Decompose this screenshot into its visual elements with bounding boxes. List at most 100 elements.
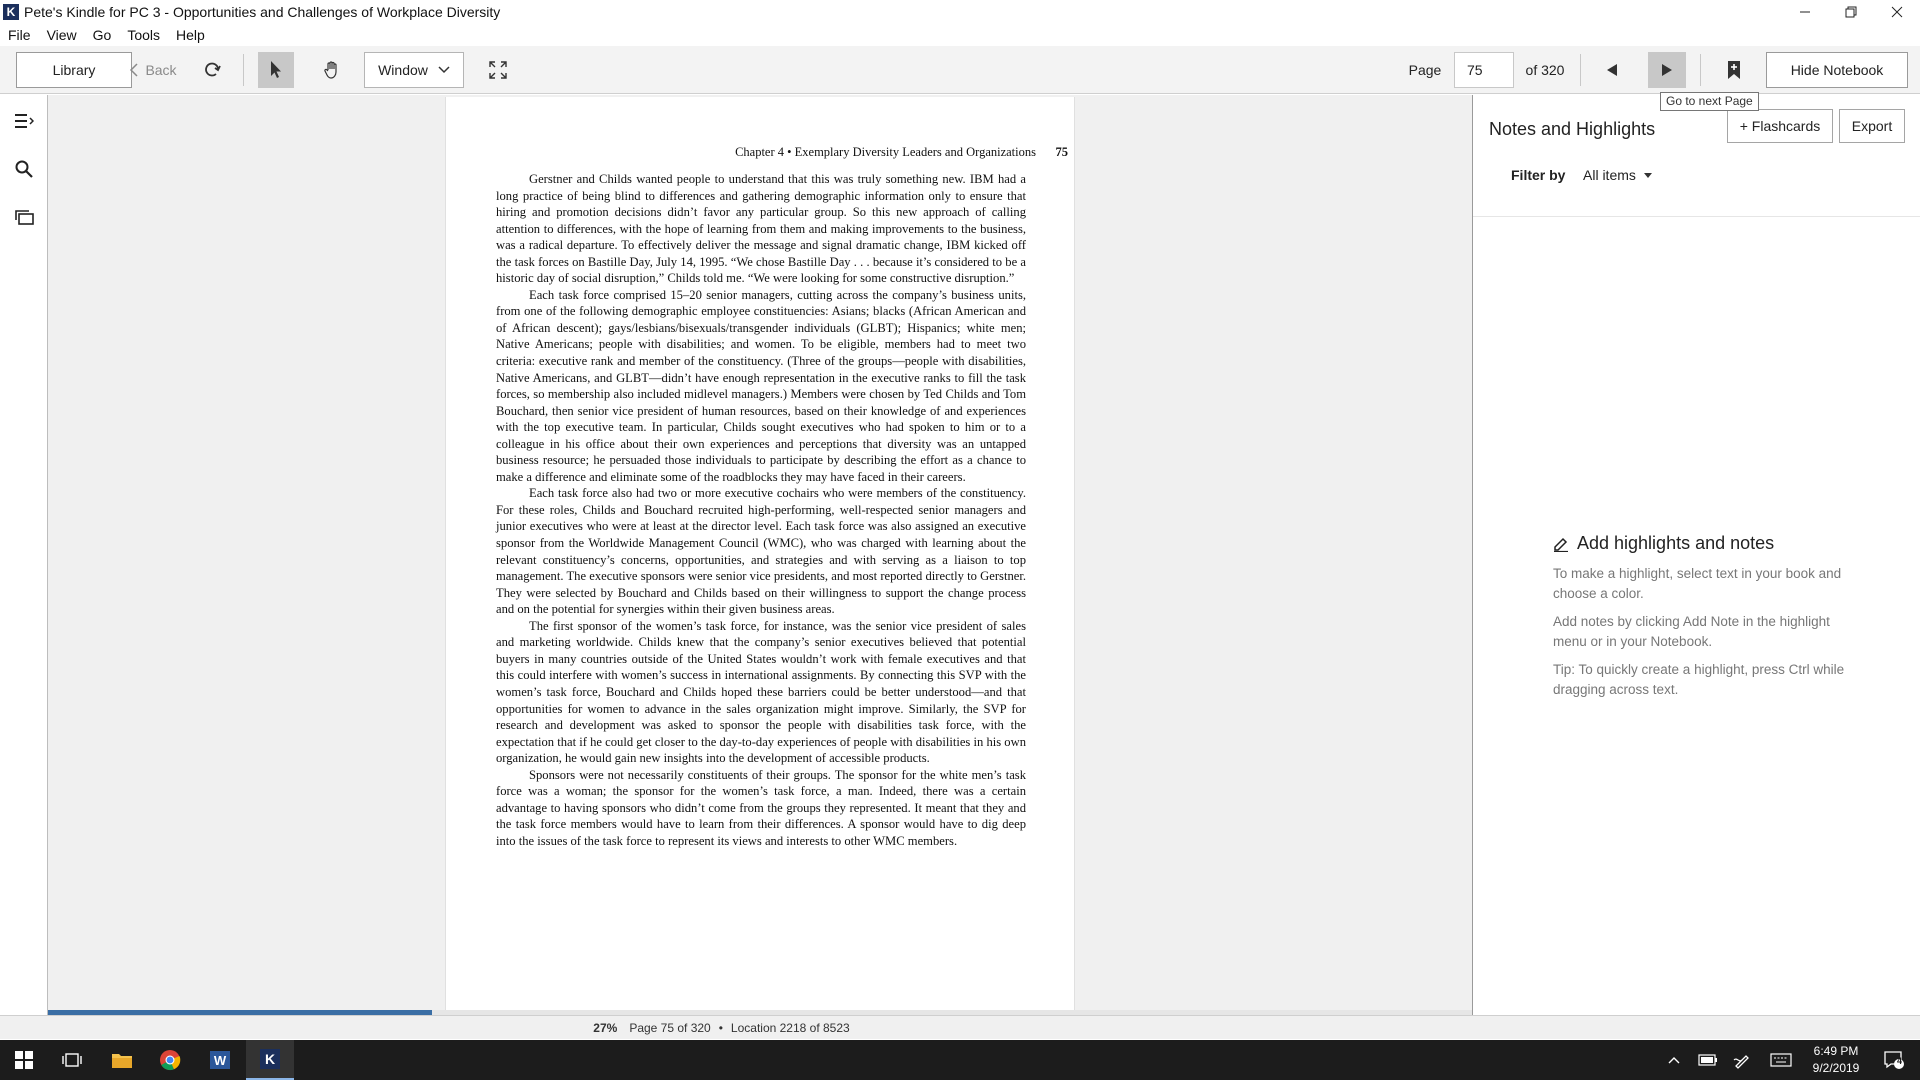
action-center-button[interactable]: 4 [1874,1040,1914,1080]
flashcards-rail-button[interactable] [8,201,40,233]
minimize-button[interactable] [1782,0,1828,24]
bookmark-button[interactable] [1716,52,1752,88]
book-text[interactable]: Gerstner and Childs wanted people to und… [496,171,1026,849]
window-title: Pete's Kindle for PC 3 - Opportunities a… [24,4,501,20]
battery-button[interactable] [1694,1040,1722,1080]
page-status: Page 75 of 320 [629,1020,711,1035]
bookmark-plus-icon [1728,61,1740,79]
start-button[interactable] [0,1040,48,1080]
page-label: Page [1408,62,1442,78]
svg-text:W: W [214,1053,227,1068]
task-view-button[interactable] [48,1040,96,1080]
flashcards-button[interactable]: + Flashcards [1727,109,1833,143]
book-paragraph[interactable]: Gerstner and Childs wanted people to und… [496,171,1026,287]
menu-go[interactable]: Go [85,27,120,43]
book-paragraph[interactable]: Each task force comprised 15–20 senior m… [496,287,1026,486]
running-head: Chapter 4 • Exemplary Diversity Leaders … [496,145,1068,160]
chapter-header: Chapter 4 • Exemplary Diversity Leaders … [735,145,1036,159]
view-mode-dropdown[interactable]: Window [364,52,464,88]
clock-time: 6:49 PM [1813,1044,1859,1058]
reading-area: Chapter 4 • Exemplary Diversity Leaders … [48,95,1472,1015]
task-view-icon [62,1053,82,1067]
menu-help[interactable]: Help [168,27,213,43]
notebook-empty-state: Add highlights and notes To make a highl… [1553,533,1853,708]
taskbar: W K 6:49 PM 9/2/2019 4 [0,1040,1920,1080]
status-bar: 27% Page 75 of 320 • Location 2218 of 85… [0,1015,1920,1039]
book-paragraph[interactable]: Each task force also had two or more exe… [496,485,1026,617]
view-mode-value: Window [378,62,428,78]
toolbar: Library Back Window Page of 320 Hide Not… [0,46,1920,94]
windows-logo-icon [15,1051,33,1069]
menu-file[interactable]: File [0,27,39,43]
triangle-right-icon [1662,64,1672,76]
restore-button[interactable] [1828,0,1874,24]
pen-icon [1733,1055,1749,1069]
table-of-contents-icon [15,114,34,128]
location-status: Location 2218 of 8523 [730,1020,850,1035]
table-of-contents-button[interactable] [8,105,40,137]
notebook-panel: Notes and Highlights + Flashcards Export… [1472,95,1920,1015]
kindle-taskbar-button[interactable]: K [246,1040,294,1080]
word-button[interactable]: W [196,1040,244,1080]
chrome-button[interactable] [146,1040,194,1080]
notebook-header: Notes and Highlights + Flashcards Export… [1473,95,1920,217]
fullscreen-button[interactable] [480,52,516,88]
word-icon: W [210,1051,230,1069]
notification-count: 4 [1897,1056,1903,1066]
next-page-button[interactable] [1648,52,1686,88]
menu-bar: File View Go Tools Help [0,24,213,46]
taskbar-clock[interactable]: 6:49 PM 9/2/2019 [1804,1043,1868,1077]
restore-icon [1845,6,1857,18]
pencil-icon [1554,537,1568,552]
left-rail [0,95,48,1015]
sync-button[interactable] [196,52,228,88]
page-number-input[interactable] [1454,52,1514,88]
book-page-number: 75 [1055,145,1069,159]
chrome-icon [160,1050,181,1071]
progress-percent: 27% [593,1020,618,1035]
page-total-label: of 320 [1525,62,1565,78]
toolbar-divider [1700,54,1701,86]
kindle-icon: K [3,4,19,20]
empty-state-title: Add highlights and notes [1553,533,1853,554]
empty-state-text: To make a highlight, select text in your… [1553,566,1842,601]
tray-overflow-button[interactable] [1660,1040,1688,1080]
previous-page-button[interactable] [1594,52,1630,88]
status-separator: • [718,1020,723,1035]
touch-keyboard-button[interactable] [1766,1040,1796,1080]
fullscreen-icon [489,61,507,79]
file-explorer-button[interactable] [98,1040,146,1080]
empty-state-text: Add notes by clicking Add Note in the hi… [1553,614,1830,649]
book-paragraph[interactable]: The first sponsor of the women’s task fo… [496,618,1026,767]
notebook-title: Notes and Highlights [1489,119,1656,139]
hide-notebook-button[interactable]: Hide Notebook [1766,52,1908,88]
pen-button[interactable] [1728,1040,1756,1080]
search-button[interactable] [8,153,40,185]
book-paragraph[interactable]: Sponsors were not necessarily constituen… [496,767,1026,850]
kindle-icon: K [260,1049,280,1069]
menu-view[interactable]: View [39,27,85,43]
next-page-tooltip: Go to next Page [1660,92,1759,111]
book-page[interactable]: Chapter 4 • Exemplary Diversity Leaders … [445,97,1075,1012]
caret-down-icon [1643,172,1652,178]
close-button[interactable] [1874,0,1920,24]
hand-tool-button[interactable] [314,52,350,88]
minimize-icon [1800,11,1810,13]
empty-state-heading: Add highlights and notes [1577,533,1775,553]
hand-icon [324,61,337,79]
pointer-arrow-icon [271,61,281,78]
window-controls [1782,0,1920,24]
filter-dropdown[interactable]: All items [1583,167,1652,183]
chevron-left-icon [130,63,138,77]
empty-state-tip: Tip: To quickly create a highlight, pres… [1553,662,1845,697]
menu-tools[interactable]: Tools [119,27,168,43]
search-icon [15,160,33,178]
library-button[interactable]: Library [16,52,132,88]
toolbar-divider [243,54,244,86]
keyboard-icon [1770,1053,1792,1067]
title-bar: K Pete's Kindle for PC 3 - Opportunities… [0,0,1920,24]
filter-label: Filter by [1511,167,1566,183]
export-button[interactable]: Export [1839,109,1905,143]
back-button[interactable]: Back [128,52,178,88]
select-tool-button[interactable] [258,52,294,88]
